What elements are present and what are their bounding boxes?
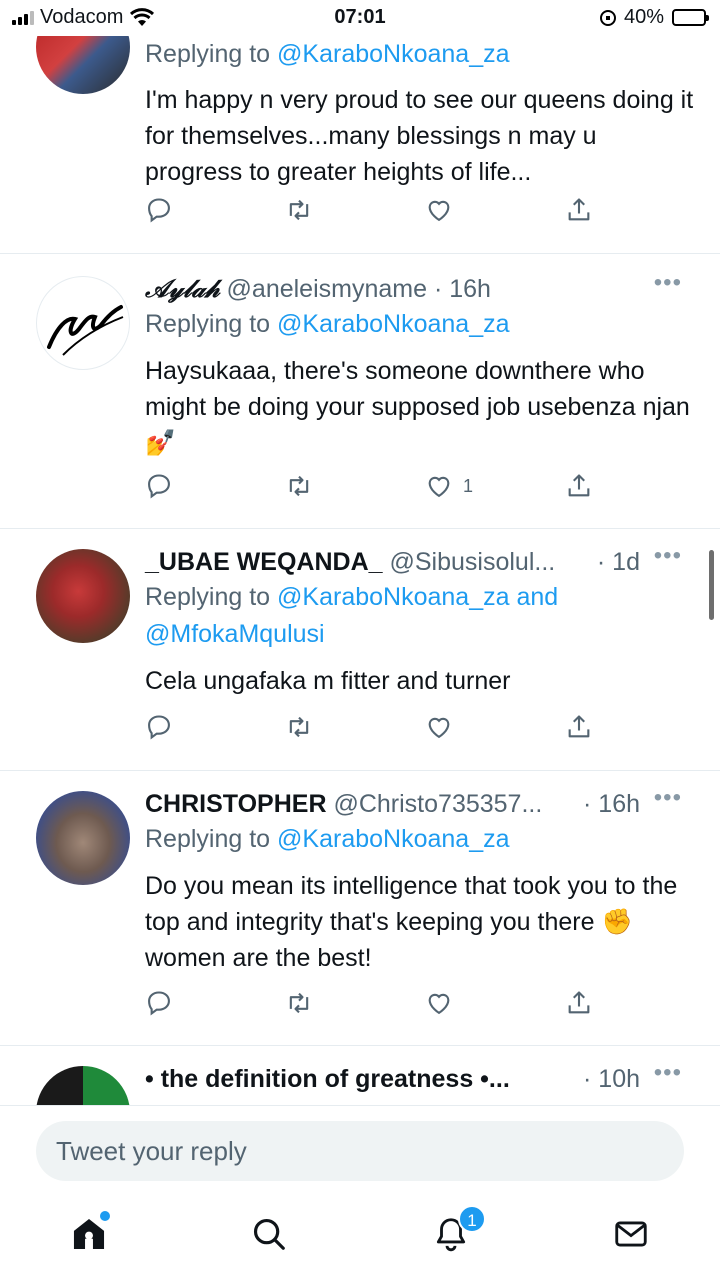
display-name[interactable]: CHRISTOPHER [145, 790, 327, 818]
timestamp: · 16h [433, 275, 491, 303]
display-name[interactable]: 𝒜𝓎𝓁𝒶𝒽 [145, 274, 220, 303]
tweet-text: Do you mean its intelligence that took y… [145, 872, 678, 972]
tweet-actions [145, 989, 605, 1029]
tab-notifications[interactable]: 1 [432, 1205, 486, 1259]
reply-tweet[interactable]: • the definition of greatness •... · 10h… [0, 1046, 720, 1105]
share-button[interactable] [565, 989, 593, 1017]
reply-button[interactable] [145, 472, 173, 500]
share-button[interactable] [565, 713, 593, 741]
tweet-text: Haysukaaa, there's someone downthere who… [145, 357, 690, 457]
tab-search[interactable] [250, 1215, 294, 1259]
reply-tweet[interactable]: 𝒜𝓎𝓁𝒶𝒽 @aneleismyname · 16h ••• Replying … [0, 254, 720, 529]
share-icon [568, 715, 590, 738]
tweet-header: _UBAE WEQANDA_ @Sibusisolul... · 1d ••• [145, 542, 696, 579]
tab-bar: 1 [0, 1195, 720, 1280]
avatar[interactable] [36, 791, 130, 885]
retweet-button[interactable] [285, 472, 313, 500]
comment-icon [148, 991, 170, 1016]
battery-percent: 40% [623, 6, 664, 28]
comment-icon [148, 474, 170, 499]
reply-button[interactable] [145, 196, 173, 224]
mention-link[interactable]: @KaraboNkoana_za [277, 40, 509, 68]
replying-to: Replying to @KaraboNkoana_za and @MfokaM… [145, 583, 559, 648]
avatar[interactable] [36, 1066, 130, 1105]
comment-icon [148, 715, 170, 740]
heart-icon [428, 717, 450, 739]
share-button[interactable] [565, 472, 593, 500]
share-icon [568, 991, 590, 1014]
retweet-icon [289, 716, 309, 738]
more-icon[interactable]: ••• [654, 1056, 682, 1090]
battery-icon [672, 9, 709, 26]
timestamp: · 1d [596, 548, 640, 576]
home-unread-dot [100, 1211, 110, 1221]
like-button[interactable] [425, 989, 463, 1017]
timestamp: · 10h [583, 1065, 640, 1093]
status-right: 40% [599, 6, 709, 29]
retweet-icon [289, 992, 309, 1014]
reply-tweet[interactable]: _UBAE WEQANDA_ @Sibusisolul... · 1d ••• … [0, 529, 720, 771]
share-icon [568, 474, 590, 497]
like-count: 1 [463, 475, 474, 496]
notifications-badge: 1 [458, 1205, 486, 1233]
reply-bar [0, 1105, 720, 1195]
retweet-icon [289, 199, 309, 221]
heart-icon [428, 200, 450, 222]
avatar[interactable] [36, 276, 130, 370]
tweet-actions [145, 196, 605, 236]
orientation-lock-icon [599, 9, 616, 26]
like-button[interactable] [425, 196, 463, 224]
share-button[interactable] [565, 196, 593, 224]
search-icon [253, 1218, 285, 1250]
username[interactable]: @aneleismyname [227, 275, 427, 303]
tweet-actions: 1 [145, 472, 605, 512]
tweet-text: Cela ungafaka m fitter and turner [145, 667, 511, 695]
heart-icon [428, 476, 450, 498]
reply-button[interactable] [145, 989, 173, 1017]
tab-home[interactable] [70, 1211, 114, 1259]
display-name[interactable]: • the definition of greatness •... [145, 1065, 510, 1093]
tweet-text: I'm happy n very proud to see our queens… [145, 86, 694, 186]
retweet-button[interactable] [285, 713, 313, 741]
more-icon[interactable]: ••• [654, 781, 682, 815]
scrollbar[interactable] [709, 550, 714, 620]
replying-to: Replying to @KaraboNkoana_za [145, 40, 510, 68]
reply-input[interactable] [36, 1121, 684, 1181]
share-icon [568, 198, 590, 221]
username[interactable]: @Sibusisolul... [389, 548, 555, 576]
display-name[interactable]: _UBAE WEQANDA_ [145, 548, 383, 576]
reply-button[interactable] [145, 713, 173, 741]
more-icon[interactable]: ••• [654, 266, 682, 300]
like-button[interactable]: 1 [425, 472, 473, 500]
avatar-signature [47, 305, 124, 356]
timestamp: · 16h [583, 790, 640, 818]
reply-tweet[interactable]: Replying to @KaraboNkoana_za I'm happy n… [0, 0, 720, 254]
avatar[interactable] [36, 549, 130, 643]
retweet-button[interactable] [285, 196, 313, 224]
replying-to: Replying to @KaraboNkoana_za [145, 825, 510, 853]
tweet-header: • the definition of greatness •... · 10h… [145, 1059, 696, 1096]
tweet-header: 𝒜𝓎𝓁𝒶𝒽 @aneleismyname · 16h ••• [145, 269, 696, 306]
more-icon[interactable]: ••• [654, 539, 682, 573]
mention-link[interactable]: @KaraboNkoana_za [277, 825, 509, 853]
tab-messages[interactable] [612, 1215, 656, 1259]
reply-tweet[interactable]: CHRISTOPHER @Christo735357... · 16h ••• … [0, 771, 720, 1046]
replies-feed[interactable]: Replying to @KaraboNkoana_za I'm happy n… [0, 0, 720, 1105]
username[interactable]: @Christo735357... [333, 790, 542, 818]
replying-to: Replying to @KaraboNkoana_za [145, 310, 510, 338]
mention-link[interactable]: @KaraboNkoana_za [277, 310, 509, 338]
retweet-button[interactable] [285, 989, 313, 1017]
tweet-actions [145, 713, 605, 753]
heart-icon [428, 993, 450, 1015]
status-bar: Vodacom 07:01 40% [0, 0, 720, 36]
comment-icon [148, 198, 170, 223]
tweet-header: CHRISTOPHER @Christo735357... · 16h ••• [145, 784, 696, 821]
like-button[interactable] [425, 713, 463, 741]
envelope-icon [615, 1221, 647, 1247]
retweet-icon [289, 475, 309, 497]
